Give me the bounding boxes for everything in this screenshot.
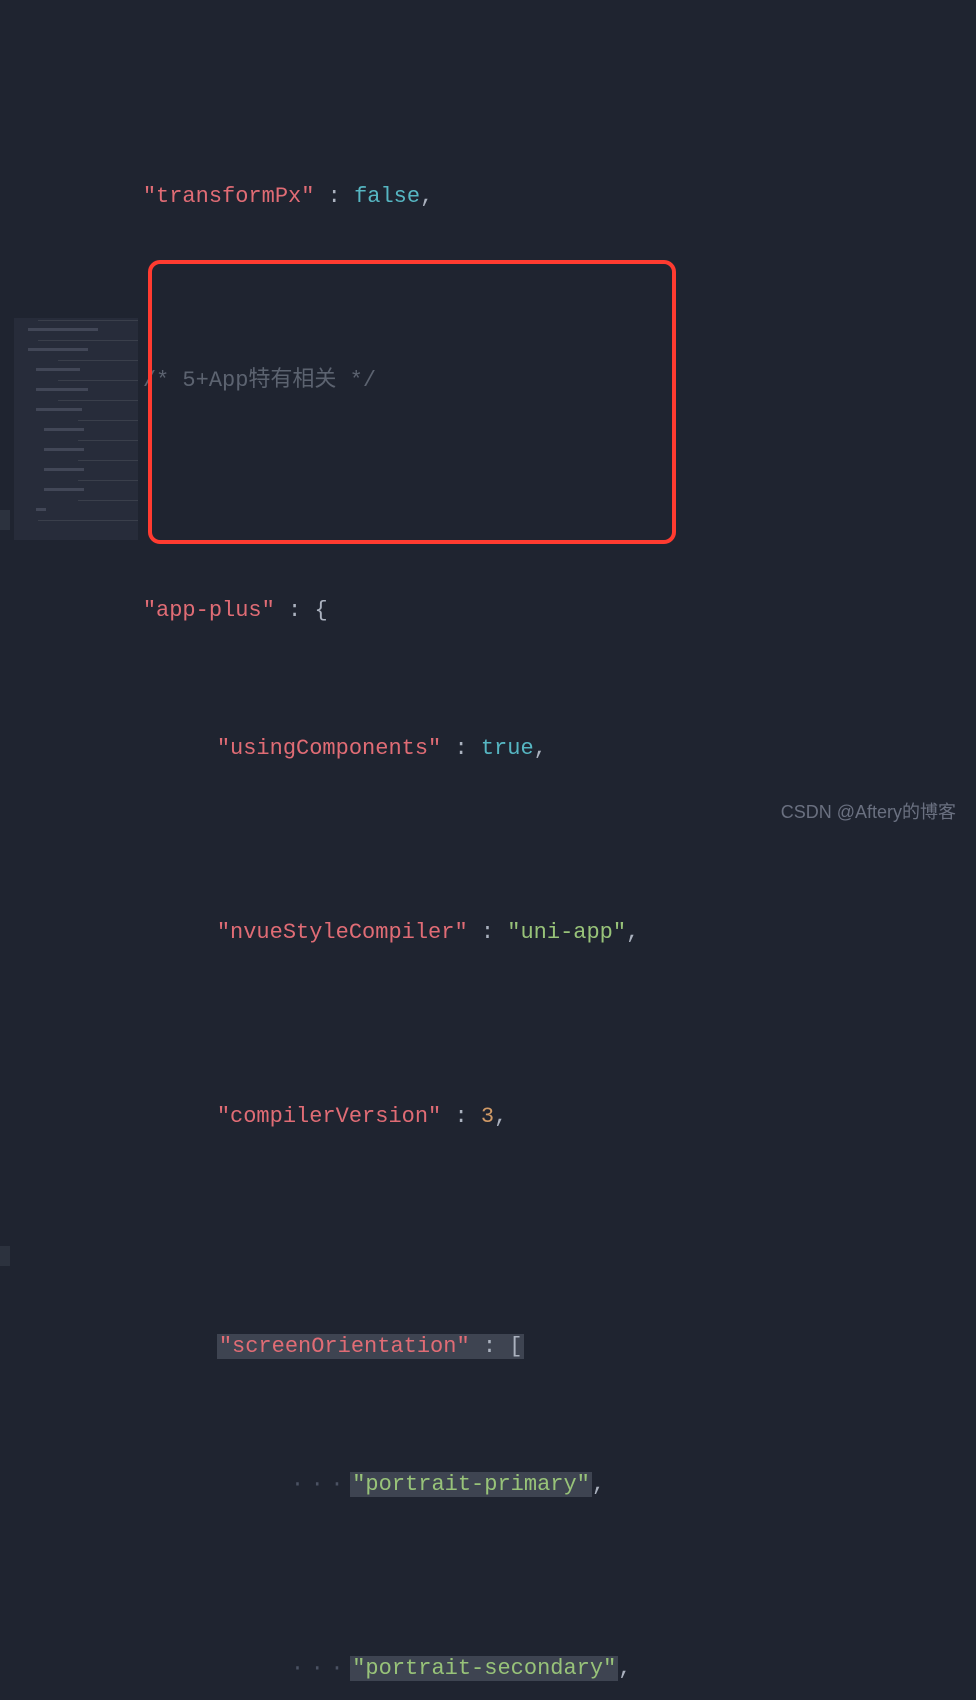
json-key: "app-plus" [143,598,275,623]
json-key: "nvueStyleCompiler" [217,920,468,945]
json-number: 3 [481,1104,494,1129]
code-line: "screenOrientation" : [ [0,1232,976,1278]
watermark-text: CSDN @Aftery的博客 [781,789,956,835]
gutter-marker [0,510,10,530]
json-key: "transformPx" [143,184,315,209]
code-line: "compilerVersion" : 3, [0,1048,976,1094]
code-line: ···"portrait-primary", [0,1416,976,1462]
code-line: "app-plus" : { [0,496,976,542]
indent-guide: ··· [291,1472,350,1497]
code-editor[interactable]: "transformPx" : false, /* 5+App特有相关 */ "… [0,0,976,1700]
json-key: "usingComponents" [217,736,441,761]
json-comment: /* 5+App特有相关 */ [143,368,376,393]
json-key: "compilerVersion" [217,1104,441,1129]
gutter-marker [0,1246,10,1266]
json-string: "uni-app" [507,920,626,945]
code-line: /* 5+App特有相关 */ [0,312,976,358]
json-string: "portrait-primary" [352,1472,590,1497]
code-line: ···"portrait-secondary", [0,1600,976,1646]
code-line: "nvueStyleCompiler" : "uni-app", [0,864,976,910]
json-key: "screenOrientation" [219,1334,470,1359]
indent-guide: ··· [291,1656,350,1681]
json-bool: false [354,184,420,209]
json-string: "portrait-secondary" [352,1656,616,1681]
code-line: "transformPx" : false, [0,128,976,174]
code-line: "usingComponents" : true, [0,680,976,726]
json-bool: true [481,736,534,761]
